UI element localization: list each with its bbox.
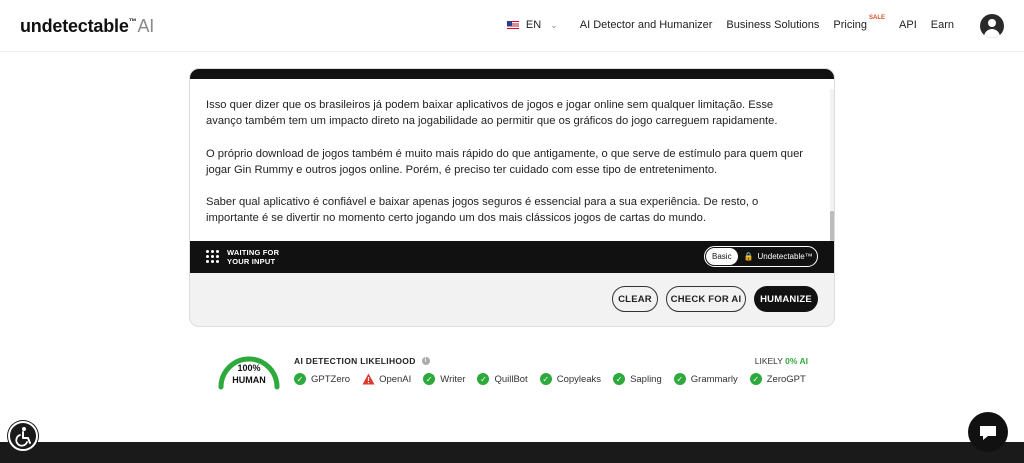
detector-item: ✓ Sapling	[613, 373, 662, 385]
site-header: undetectable ™ AI EN ⌄ AI Detector and H…	[0, 0, 1024, 52]
detector-item: ✓ Writer	[423, 373, 465, 385]
check-icon: ✓	[749, 373, 762, 385]
text-paragraph: Isso quer dizer que os brasileiros já po…	[206, 99, 778, 128]
detector-item: ✓ ZeroGPT	[749, 373, 806, 385]
language-selector[interactable]: EN ⌄	[506, 19, 558, 31]
gauge-human-label: HUMAN	[232, 375, 266, 385]
sale-badge: SALE	[869, 15, 886, 21]
logo-trademark: ™	[128, 17, 137, 26]
check-icon: ✓	[477, 373, 490, 385]
textarea-scrollbar[interactable]	[830, 89, 834, 241]
scrollbar-thumb[interactable]	[830, 211, 834, 241]
editor-status-bar: WAITING FOR YOUR INPUT Basic 🔒 Undetectab…	[190, 241, 834, 273]
language-label: EN	[525, 19, 542, 31]
detector-name: ZeroGPT	[766, 373, 806, 385]
likely-prefix: LIKELY	[754, 356, 783, 366]
check-icon: ✓	[423, 373, 436, 385]
detector-name: QuillBot	[494, 373, 528, 385]
detector-item: ✓ Copyleaks	[539, 373, 602, 385]
detection-title-text: AI DETECTION LIKELIHOOD	[294, 356, 416, 366]
check-for-ai-button[interactable]: CHECK FOR AI	[666, 286, 746, 312]
nav-ai-detector[interactable]: AI Detector and Humanizer	[580, 19, 713, 31]
nav-pricing[interactable]: PricingSALE	[833, 15, 885, 31]
logo[interactable]: undetectable ™ AI	[20, 16, 154, 37]
detector-name: Sapling	[630, 373, 662, 385]
footer-band	[0, 442, 1024, 463]
detector-item: ✓ QuillBot	[477, 373, 528, 385]
user-avatar-icon[interactable]	[980, 14, 1004, 38]
likely-value: 0% AI	[785, 356, 808, 366]
likely-result: LIKELY 0% AI	[755, 356, 808, 366]
nav-business-solutions[interactable]: Business Solutions	[726, 19, 819, 31]
check-icon: ✓	[294, 373, 306, 385]
dots-grid-icon	[206, 250, 220, 264]
avatar-body	[984, 29, 1000, 38]
warning-icon	[362, 373, 375, 385]
detector-item: OpenAI	[362, 373, 411, 385]
avatar-head	[988, 19, 996, 27]
chevron-down-icon: ⌄	[550, 19, 558, 30]
clear-button[interactable]: CLEAR	[612, 286, 658, 312]
detector-list: ✓ GPTZero OpenAI ✓ Writer ✓ QuillBot ✓ Copyleaks…	[294, 373, 806, 385]
editor-actions: CLEAR CHECK FOR AI HUMANIZE	[604, 286, 818, 312]
detector-name: OpenAI	[379, 373, 412, 385]
status-text: WAITING FOR YOUR INPUT	[227, 248, 280, 266]
detector-name: GPTZero	[311, 373, 351, 385]
mode-toggle[interactable]: Basic 🔒 Undetectable™	[704, 246, 818, 267]
chat-icon[interactable]	[968, 412, 1008, 452]
gauge-label: 100% HUMAN	[216, 362, 282, 386]
text-paragraph: Saber qual aplicativo é confiável e baix…	[206, 196, 759, 225]
check-icon: ✓	[539, 373, 552, 385]
humanize-button[interactable]: HUMANIZE	[754, 286, 818, 312]
detection-title: AI DETECTION LIKELIHOOD i	[294, 356, 430, 366]
text-paragraph: O próprio download de jogos também é mui…	[206, 147, 804, 176]
detector-name: Writer	[440, 373, 466, 385]
mode-undetectable-option[interactable]: 🔒 Undetectable™	[744, 252, 813, 261]
input-textarea[interactable]: Isso quer dizer que os brasileiros já po…	[190, 79, 834, 241]
accessibility-icon[interactable]	[8, 421, 38, 451]
detector-item: ✓ Grammarly	[673, 373, 738, 385]
detector-item: ✓ GPTZero	[294, 373, 350, 385]
mode-undetectable-label: Undetectable™	[757, 252, 813, 261]
us-flag-icon	[506, 21, 519, 29]
editor-top-bar	[190, 69, 834, 79]
check-icon: ✓	[673, 373, 686, 385]
lock-icon: 🔒	[743, 252, 754, 261]
humanizer-editor: Isso quer dizer que os brasileiros já po…	[189, 68, 835, 327]
main-nav: EN ⌄ AI Detector and Humanizer Business …	[506, 15, 954, 31]
logo-ai: AI	[137, 16, 155, 36]
nav-earn[interactable]: Earn	[931, 19, 954, 31]
logo-wordmark: undetectable	[20, 16, 129, 36]
detector-name: Grammarly	[690, 373, 738, 385]
nav-api[interactable]: API	[899, 19, 917, 31]
info-icon[interactable]: i	[421, 357, 430, 365]
check-icon: ✓	[613, 373, 626, 385]
gauge-percent: 100%	[237, 363, 261, 373]
detector-name: Copyleaks	[556, 373, 602, 385]
mode-basic-option[interactable]: Basic	[706, 248, 738, 265]
nav-pricing-label: Pricing	[833, 19, 867, 31]
